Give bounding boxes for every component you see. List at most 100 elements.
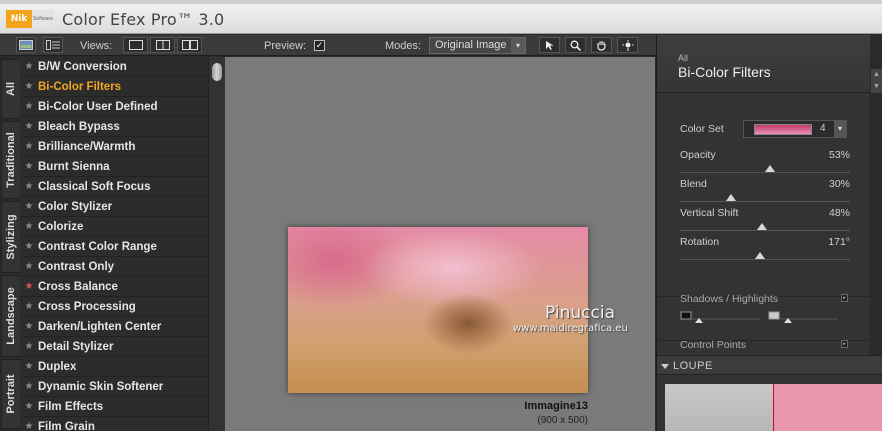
control-point-tool-icon[interactable] [617,37,638,53]
loupe-label: LOUPE [673,360,713,372]
favorite-star-icon[interactable]: ★ [20,301,38,312]
nik-logo-sub: Software [32,10,54,28]
filter-item[interactable]: ★ Duplex [20,357,208,377]
slider-handle[interactable] [726,194,736,201]
scroll-down-icon[interactable]: ▼ [871,81,882,93]
filter-item[interactable]: ★ Darken/Lighten Center [20,317,208,337]
filter-name: Dynamic Skin Softener [38,380,164,393]
filter-item[interactable]: ★ Film Grain [20,417,208,431]
expand-control-points-icon[interactable]: ▸ [841,340,848,348]
panel-scrollbar[interactable]: ▲ ▼ [870,35,882,355]
favorite-star-icon[interactable]: ★ [20,341,38,352]
tab-label: All [5,81,17,97]
filter-item[interactable]: ★ Bi-Color Filters [20,77,208,97]
tab-all[interactable]: All [1,59,20,119]
favorite-star-icon[interactable]: ★ [20,221,38,232]
mode-select[interactable]: Original Image ▾ [429,37,526,54]
filter-item[interactable]: ★ Contrast Color Range [20,237,208,257]
slider-handle[interactable] [754,252,765,259]
filter-name: Brilliance/Warmth [38,140,136,153]
filter-item[interactable]: ★ Cross Balance [20,277,208,297]
param-label: Opacity [680,149,716,161]
scroll-up-icon[interactable]: ▲ [871,69,882,81]
color-set-value: 4 [820,123,826,134]
filter-item[interactable]: ★ Dynamic Skin Softener [20,377,208,397]
favorite-star-icon[interactable]: ★ [20,101,38,112]
views-label: Views: [80,40,113,52]
filter-item[interactable]: ★ Burnt Sienna [20,157,208,177]
favorite-star-icon[interactable]: ★ [20,181,38,192]
filter-item[interactable]: ★ Colorize [20,217,208,237]
favorite-star-icon[interactable]: ★ [20,141,38,152]
zoom-tool-icon[interactable] [565,37,586,53]
single-view-icon[interactable] [123,37,148,53]
param-slider[interactable] [680,230,850,231]
tab-portrait[interactable]: Portrait [1,359,20,429]
param-value: 171° [828,236,850,248]
filter-settings-panel: All Bi-Color Filters ▲ ▼ Color Set 4 ▾ O… [656,35,882,431]
mode-select-value: Original Image [435,39,507,51]
param-slider[interactable] [680,201,850,202]
color-set-select[interactable]: 4 ▾ [743,120,847,138]
favorite-star-icon[interactable]: ★ [20,381,38,392]
slider-handle[interactable] [765,165,776,172]
loupe-header[interactable]: LOUPE [657,355,882,375]
filter-item[interactable]: ★ Contrast Only [20,257,208,277]
filter-name: Film Effects [38,400,104,413]
tab-stylizing[interactable]: Stylizing [1,201,20,273]
shadows-highlights-sliders[interactable] [680,311,850,325]
filter-item[interactable]: ★ Bleach Bypass [20,117,208,137]
filter-name: Bi-Color User Defined [38,100,158,113]
favorite-star-icon[interactable]: ★ [20,281,38,292]
preview-label: Preview: [264,40,307,52]
favorite-star-icon[interactable]: ★ [20,121,38,132]
title-bar: Nik Software Color Efex Pro™ 3.0 [0,0,882,34]
filter-item[interactable]: ★ Brilliance/Warmth [20,137,208,157]
filter-thumbnail-view-icon[interactable] [16,37,36,53]
tab-label: Landscape [5,287,17,345]
preview-checkbox[interactable]: ✓ [314,40,325,51]
filter-list: ★ B/W Conversion ★ Bi-Color Filters ★ Bi-Colo… [20,57,208,431]
param-slider[interactable] [680,259,850,260]
favorite-star-icon[interactable]: ★ [20,321,38,332]
favorite-star-icon[interactable]: ★ [20,261,38,272]
filter-item[interactable]: ★ Bi-Color User Defined [20,97,208,117]
favorite-star-icon[interactable]: ★ [20,201,38,212]
preview-image[interactable] [288,227,588,393]
favorite-star-icon[interactable]: ★ [20,241,38,252]
filter-name: Darken/Lighten Center [38,320,162,333]
filter-name: Classical Soft Focus [38,180,151,193]
hand-tool-icon[interactable] [591,37,612,53]
expand-shadows-icon[interactable]: ▸ [841,294,848,302]
filter-list-view-icon[interactable] [43,37,63,53]
scrollbar-thumb[interactable] [212,63,222,81]
filter-item[interactable]: ★ Cross Processing [20,297,208,317]
filter-name: Burnt Sienna [38,160,110,173]
filter-item[interactable]: ★ Detail Stylizer [20,337,208,357]
color-set-swatch [754,124,812,135]
favorite-star-icon[interactable]: ★ [20,161,38,172]
pointer-tool-icon[interactable] [539,37,560,53]
filter-item[interactable]: ★ Classical Soft Focus [20,177,208,197]
panel-category: All [678,53,689,63]
filter-item[interactable]: ★ B/W Conversion [20,57,208,77]
favorite-star-icon[interactable]: ★ [20,81,38,92]
split-view-icon[interactable] [150,37,175,53]
slider-handle[interactable] [756,223,767,230]
tab-landscape[interactable]: Landscape [1,275,20,357]
favorite-star-icon[interactable]: ★ [20,61,38,72]
panel-title: Bi-Color Filters [678,64,771,80]
tab-label: Portrait [5,374,17,414]
filter-item[interactable]: ★ Color Stylizer [20,197,208,217]
filter-item[interactable]: ★ Film Effects [20,397,208,417]
tab-traditional[interactable]: Traditional [1,121,20,199]
filter-name: B/W Conversion [38,60,127,73]
filter-list-scrollbar[interactable] [208,57,225,431]
side-by-side-view-icon[interactable] [177,37,202,53]
favorite-star-icon[interactable]: ★ [20,361,38,372]
filter-name: Bleach Bypass [38,120,120,133]
toolbar: Views: Preview: ✓ Modes: Original Image … [0,35,656,56]
favorite-star-icon[interactable]: ★ [20,421,38,431]
param-slider[interactable] [680,172,850,173]
favorite-star-icon[interactable]: ★ [20,401,38,412]
